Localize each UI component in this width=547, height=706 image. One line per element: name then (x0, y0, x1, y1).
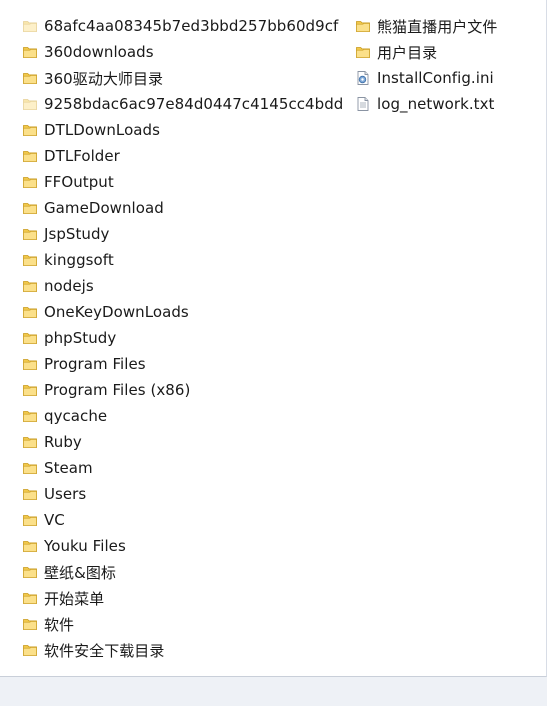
folder-icon (22, 70, 38, 86)
folder-item[interactable]: 360downloads (22, 39, 343, 65)
folder-item[interactable]: Youku Files (22, 533, 343, 559)
item-label: FFOutput (44, 173, 114, 191)
item-label: 360downloads (44, 43, 154, 61)
item-label: log_network.txt (377, 95, 495, 113)
folder-item[interactable]: 用户目录 (355, 39, 497, 65)
folder-item[interactable]: nodejs (22, 273, 343, 299)
folder-icon (22, 512, 38, 528)
folder-icon (22, 44, 38, 60)
folder-item[interactable]: 开始菜单 (22, 585, 343, 611)
folder-icon (22, 590, 38, 606)
folder-item[interactable]: 壁纸&图标 (22, 559, 343, 585)
folder-item[interactable]: Steam (22, 455, 343, 481)
item-label: DTLDownLoads (44, 121, 160, 139)
file-column-1: 68afc4aa08345b7ed3bbd257bb60d9cf 360down… (22, 13, 343, 663)
item-label: 软件安全下载目录 (44, 641, 165, 660)
folder-item[interactable]: GameDownload (22, 195, 343, 221)
text-file-icon (355, 96, 371, 112)
item-label: Program Files (44, 355, 146, 373)
item-label: JspStudy (44, 225, 110, 243)
item-label: nodejs (44, 277, 94, 295)
folder-item[interactable]: 熊猫直播用户文件 (355, 13, 497, 39)
folder-icon (22, 174, 38, 190)
item-label: 68afc4aa08345b7ed3bbd257bb60d9cf (44, 17, 339, 35)
folder-icon (22, 148, 38, 164)
item-label: kinggsoft (44, 251, 114, 269)
folder-icon (22, 304, 38, 320)
folder-icon (22, 96, 38, 112)
folder-item[interactable]: phpStudy (22, 325, 343, 351)
folder-item[interactable]: kinggsoft (22, 247, 343, 273)
folder-icon (355, 44, 371, 60)
folder-icon (22, 278, 38, 294)
folder-icon (22, 200, 38, 216)
file-list-pane: 68afc4aa08345b7ed3bbd257bb60d9cf 360down… (0, 0, 547, 677)
folder-item[interactable]: 68afc4aa08345b7ed3bbd257bb60d9cf (22, 13, 343, 39)
folder-icon (22, 642, 38, 658)
folder-icon (22, 252, 38, 268)
item-label: 9258bdac6ac97e84d0447c4145cc4bdd (44, 95, 344, 113)
folder-icon (355, 18, 371, 34)
folder-item[interactable]: 软件 (22, 611, 343, 637)
item-label: GameDownload (44, 199, 164, 217)
item-label: 软件 (44, 615, 75, 634)
folder-item[interactable]: 软件安全下载目录 (22, 637, 343, 663)
item-label: DTLFolder (44, 147, 120, 165)
file-column-2: 熊猫直播用户文件 用户目录 InstallConfig.ini log_netw… (355, 13, 497, 117)
item-label: InstallConfig.ini (377, 69, 494, 87)
folder-icon (22, 460, 38, 476)
item-label: 壁纸&图标 (44, 563, 116, 582)
folder-icon (22, 122, 38, 138)
folder-icon (22, 226, 38, 242)
folder-icon (22, 434, 38, 450)
folder-item[interactable]: OneKeyDownLoads (22, 299, 343, 325)
folder-item[interactable]: FFOutput (22, 169, 343, 195)
item-label: 熊猫直播用户文件 (377, 17, 498, 36)
item-label: 360驱动大师目录 (44, 69, 164, 88)
item-label: qycache (44, 407, 108, 425)
item-label: OneKeyDownLoads (44, 303, 189, 321)
folder-icon (22, 538, 38, 554)
folder-icon (22, 616, 38, 632)
item-label: Youku Files (44, 537, 126, 555)
file-item[interactable]: log_network.txt (355, 91, 497, 117)
folder-item[interactable]: Users (22, 481, 343, 507)
folder-item[interactable]: Program Files (x86) (22, 377, 343, 403)
item-label: phpStudy (44, 329, 117, 347)
folder-icon (22, 408, 38, 424)
file-item[interactable]: InstallConfig.ini (355, 65, 497, 91)
folder-icon (22, 382, 38, 398)
item-label: Program Files (x86) (44, 381, 191, 399)
folder-item[interactable]: 9258bdac6ac97e84d0447c4145cc4bdd (22, 91, 343, 117)
item-label: Steam (44, 459, 93, 477)
item-label: 开始菜单 (44, 589, 105, 608)
folder-item[interactable]: VC (22, 507, 343, 533)
folder-item[interactable]: Ruby (22, 429, 343, 455)
item-label: Ruby (44, 433, 82, 451)
item-label: Users (44, 485, 87, 503)
folder-icon (22, 564, 38, 580)
folder-item[interactable]: DTLFolder (22, 143, 343, 169)
folder-item[interactable]: Program Files (22, 351, 343, 377)
folder-icon (22, 356, 38, 372)
config-file-icon (355, 70, 371, 86)
folder-item[interactable]: DTLDownLoads (22, 117, 343, 143)
folder-item[interactable]: JspStudy (22, 221, 343, 247)
folder-icon (22, 18, 38, 34)
item-label: VC (44, 511, 65, 529)
folder-item[interactable]: qycache (22, 403, 343, 429)
item-label: 用户目录 (377, 43, 438, 62)
folder-item[interactable]: 360驱动大师目录 (22, 65, 343, 91)
folder-icon (22, 330, 38, 346)
folder-icon (22, 486, 38, 502)
